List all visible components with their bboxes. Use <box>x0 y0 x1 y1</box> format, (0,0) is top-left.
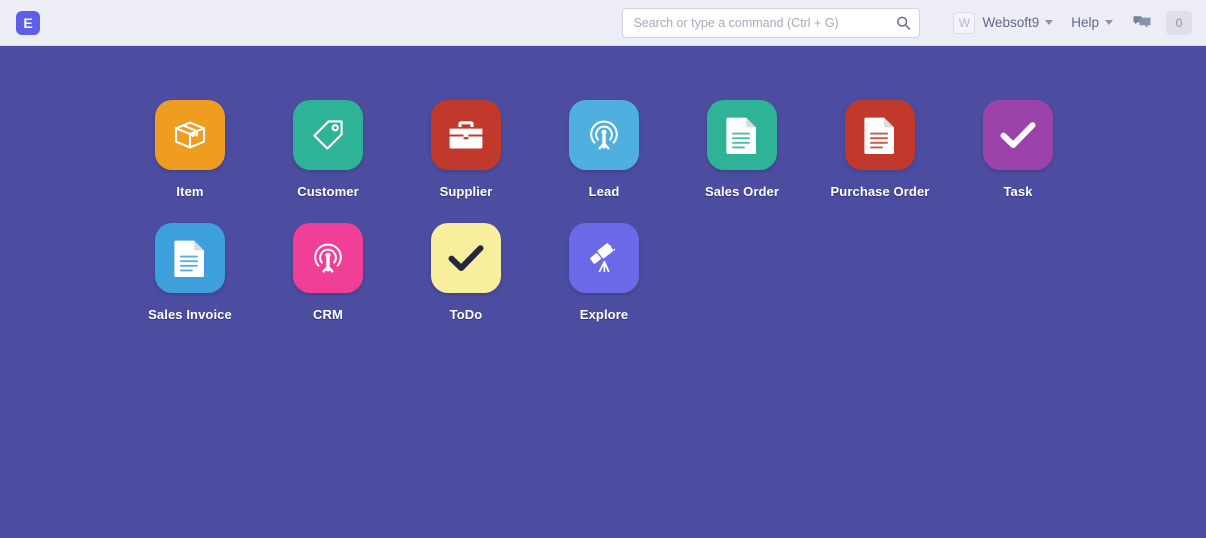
price-tag-icon <box>293 100 363 170</box>
app-tile-label: Purchase Order <box>830 184 930 199</box>
app-tile-label: Lead <box>588 184 620 199</box>
box-package-icon <box>155 100 225 170</box>
desktop-area: Item Customer Supplier Lead Sales Order Purch… <box>0 46 1206 538</box>
chat-bubbles-icon <box>1133 15 1151 28</box>
app-tile-todo[interactable]: ToDo <box>397 223 535 322</box>
app-tile-label: Item <box>176 184 204 199</box>
app-tile-purchase-order[interactable]: Purchase Order <box>811 100 949 199</box>
telescope-icon <box>569 223 639 293</box>
briefcase-icon <box>431 100 501 170</box>
avatar: W <box>953 11 976 34</box>
lead-person-icon <box>293 223 363 293</box>
app-grid: Item Customer Supplier Lead Sales Order Purch… <box>121 100 1111 346</box>
app-tile-label: Customer <box>297 184 359 199</box>
app-tile-sales-order[interactable]: Sales Order <box>673 100 811 199</box>
user-menu[interactable]: W Websoft9 <box>944 7 1062 39</box>
app-tile-customer[interactable]: Customer <box>259 100 397 199</box>
erpnext-logo-icon[interactable]: E <box>16 10 40 35</box>
help-label: Help <box>1071 15 1099 30</box>
app-tile-explore[interactable]: Explore <box>535 223 673 322</box>
app-tile-label: Sales Invoice <box>148 307 232 322</box>
document-icon <box>155 223 225 293</box>
chevron-down-icon <box>1045 20 1054 25</box>
check-icon <box>431 223 501 293</box>
user-name-label: Websoft9 <box>982 15 1040 30</box>
app-tile-label: Task <box>1003 184 1033 199</box>
chat-button[interactable] <box>1122 7 1162 39</box>
app-tile-label: Supplier <box>439 184 493 199</box>
app-tile-crm[interactable]: CRM <box>259 223 397 322</box>
navbar-right-cluster: W Websoft9 Help 0 <box>944 7 1192 39</box>
app-tile-sales-invoice[interactable]: Sales Invoice <box>121 223 259 322</box>
app-tile-lead[interactable]: Lead <box>535 100 673 199</box>
check-icon <box>983 100 1053 170</box>
chevron-down-icon <box>1105 20 1113 25</box>
notification-count-badge[interactable]: 0 <box>1166 10 1192 35</box>
app-tile-label: ToDo <box>449 307 483 322</box>
navbar: E W Websoft9 Help 0 <box>0 0 1206 46</box>
app-tile-label: Sales Order <box>704 184 780 199</box>
lead-person-icon <box>569 100 639 170</box>
app-tile-task[interactable]: Task <box>949 100 1087 199</box>
search-input[interactable] <box>622 7 921 38</box>
search-icon[interactable] <box>896 15 911 30</box>
app-tile-supplier[interactable]: Supplier <box>397 100 535 199</box>
app-tile-label: CRM <box>313 307 343 322</box>
search-box[interactable] <box>622 7 921 38</box>
help-menu[interactable]: Help <box>1062 7 1122 39</box>
app-tile-label: Explore <box>579 307 629 322</box>
document-icon <box>707 100 777 170</box>
document-icon <box>845 100 915 170</box>
app-tile-item[interactable]: Item <box>121 100 259 199</box>
